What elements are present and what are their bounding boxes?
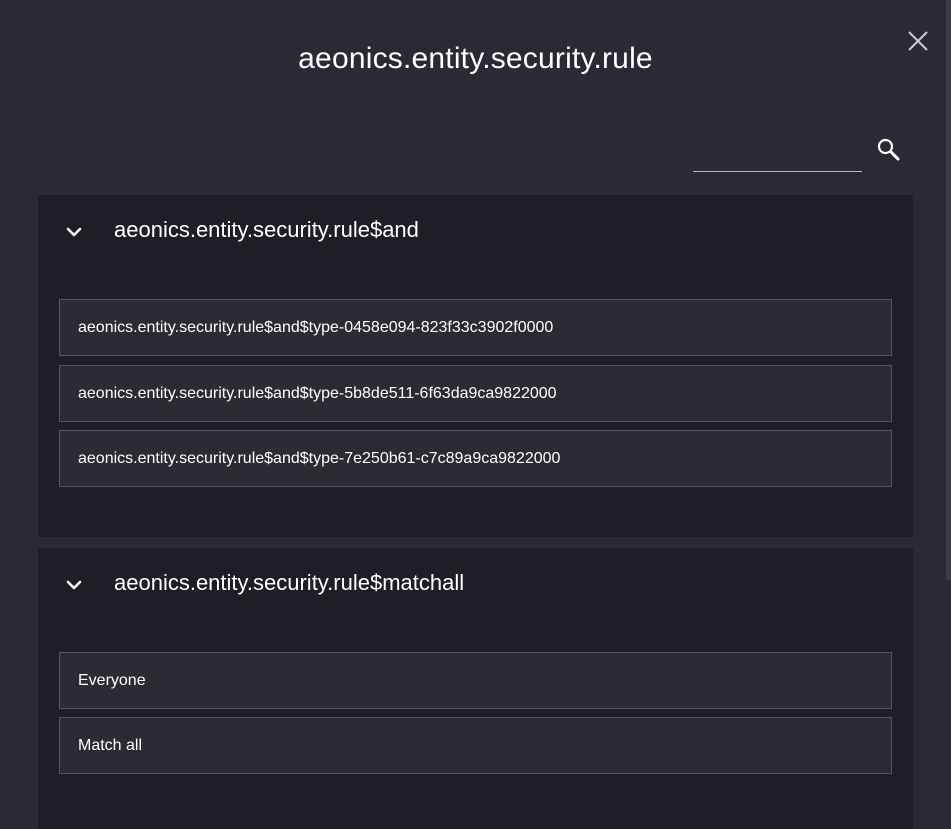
scrollbar[interactable] [946,0,951,580]
search-input[interactable] [693,132,862,172]
group-title: aeonics.entity.security.rule$and [114,217,419,242]
search-button[interactable] [876,137,902,163]
list-item[interactable]: aeonics.entity.security.rule$and$type-7e… [59,430,892,487]
group-title: aeonics.entity.security.rule$matchall [114,570,465,595]
list-item[interactable]: aeonics.entity.security.rule$and$type-04… [59,299,892,356]
group-header-rule-matchall[interactable]: aeonics.entity.security.rule$matchall [38,548,913,622]
list-item[interactable]: aeonics.entity.security.rule$and$type-5b… [59,365,892,422]
search-bar [693,132,903,174]
list-item[interactable]: Everyone [59,652,892,709]
group-header-rule-and[interactable]: aeonics.entity.security.rule$and [38,195,913,269]
dialog-title: aeonics.entity.security.rule [298,42,653,75]
chevron-down-icon [66,580,82,590]
group-rule-and: aeonics.entity.security.rule$and aeonics… [38,195,913,537]
list-item[interactable]: Match all [59,717,892,774]
search-icon [877,138,900,161]
group-rule-matchall: aeonics.entity.security.rule$matchall Ev… [38,548,913,829]
close-button[interactable] [905,28,931,54]
chevron-down-icon [66,227,82,237]
close-icon [908,31,928,51]
